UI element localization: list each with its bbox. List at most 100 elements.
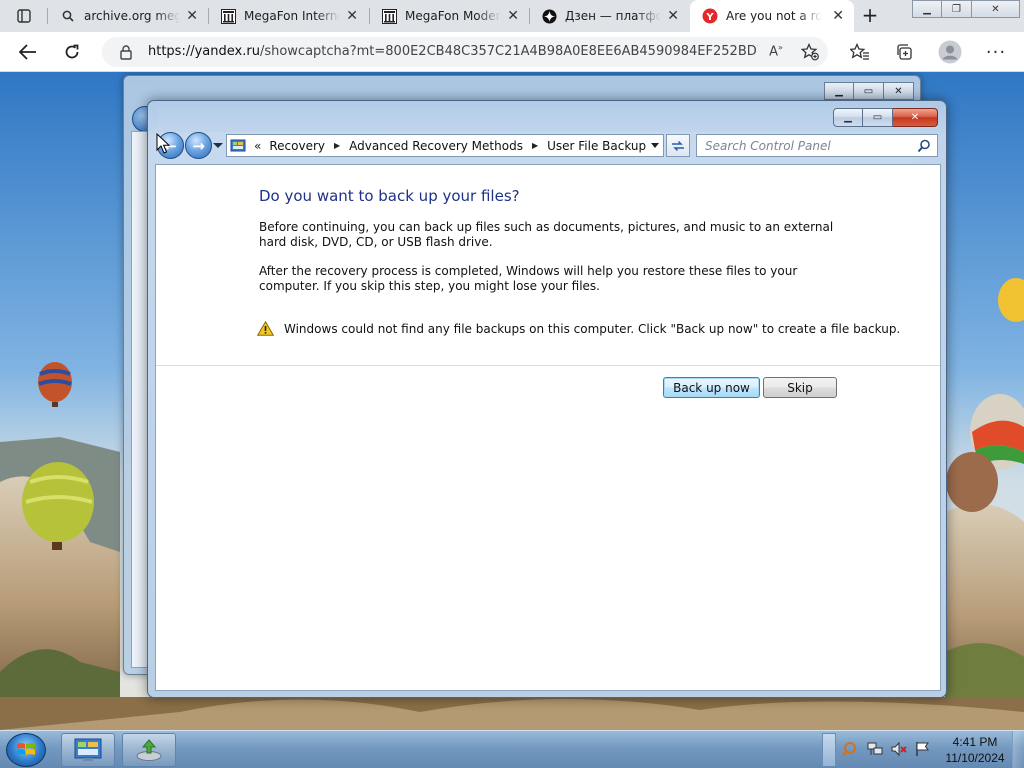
- read-aloud-icon[interactable]: A»: [766, 43, 786, 61]
- flag-icon[interactable]: [914, 740, 932, 758]
- volume-muted-icon[interactable]: [890, 740, 908, 758]
- breadcrumb-user-file-backup[interactable]: User File Backup: [547, 139, 646, 153]
- profile-avatar-icon: [938, 40, 962, 64]
- user-file-backup-window: ▁ ▭ ✕ ← → « Recovery ▶ Advanced Recovery…: [147, 100, 947, 698]
- browser-tab-bar: archive.org megaf ✕ MegaFon Internet ✕ M…: [0, 0, 1024, 32]
- search-icon[interactable]: [917, 139, 931, 153]
- warning-message: Windows could not find any file backups …: [257, 321, 900, 336]
- search-control-panel-input[interactable]: Search Control Panel: [696, 134, 938, 157]
- settings-menu-button[interactable]: ···: [982, 38, 1010, 66]
- minimize-icon: ▁: [844, 112, 852, 123]
- collections-button[interactable]: [890, 38, 918, 66]
- window-close-button[interactable]: ✕: [893, 108, 938, 127]
- add-favorite-icon[interactable]: [800, 42, 820, 61]
- tab-yandex-captcha[interactable]: Y Are you not a robo ✕: [690, 0, 854, 32]
- archive-icon: [381, 8, 397, 24]
- window-controls: ▁ ▭ ✕: [833, 108, 938, 127]
- url-text[interactable]: https://yandex.ru/showcaptcha?mt=800E2CB…: [148, 44, 758, 59]
- archive-icon: [220, 8, 236, 24]
- clock-date: 11/10/2024: [945, 751, 1005, 765]
- content-pane: Do you want to back up your files? Befor…: [155, 164, 941, 691]
- tab-megafon-internet[interactable]: MegaFon Internet ✕: [208, 0, 368, 32]
- recent-pages-dropdown-icon[interactable]: [213, 143, 223, 148]
- tab-actions-icon: [17, 9, 31, 23]
- close-icon: ✕: [910, 112, 920, 123]
- dzen-icon: [541, 8, 557, 24]
- restore-paragraph: After the recovery process is completed,…: [259, 264, 798, 293]
- back-arrow-icon: [19, 44, 36, 60]
- tab-close-icon[interactable]: ✕: [832, 8, 844, 24]
- intro-paragraph: Before continuing, you can back up files…: [259, 220, 834, 249]
- start-button[interactable]: [6, 733, 46, 767]
- collections-icon: [897, 44, 912, 60]
- taskbar: 4:41 PM 11/10/2024: [0, 730, 1024, 768]
- tab-archive-search[interactable]: archive.org megaf ✕: [48, 0, 208, 32]
- forward-arrow-icon: →: [192, 136, 205, 155]
- warning-icon: [257, 321, 274, 336]
- favorites-icon: [850, 43, 869, 60]
- network-icon[interactable]: [866, 740, 884, 758]
- new-tab-button[interactable]: +: [856, 4, 884, 28]
- divider: [156, 365, 940, 366]
- window-minimize-button[interactable]: ▁: [833, 108, 863, 127]
- search-placeholder: Search Control Panel: [705, 139, 831, 153]
- profile-button[interactable]: [936, 38, 964, 66]
- breadcrumb-advanced-recovery-methods[interactable]: Advanced Recovery Methods: [349, 139, 523, 153]
- tab-title: archive.org megaf: [84, 9, 180, 23]
- favorites-button[interactable]: [846, 38, 874, 66]
- url-host: https://yandex.ru: [148, 44, 260, 59]
- tab-title: MegaFon Modem: [405, 9, 501, 23]
- breadcrumb-separator-icon[interactable]: ▶: [532, 141, 538, 150]
- breadcrumb-separator-icon[interactable]: ▶: [334, 141, 340, 150]
- url-path: /showcaptcha?mt=800E2CB48C357C21A4B98A0E…: [259, 44, 758, 59]
- tab-megafon-modem[interactable]: MegaFon Modem ✕: [369, 0, 529, 32]
- backup-restore-icon: [136, 739, 162, 761]
- minimize-icon: ▁: [923, 3, 931, 15]
- tab-title: MegaFon Internet: [244, 9, 340, 23]
- browser-window-controls: ▁ ❐ ✕: [912, 0, 1020, 18]
- window-refresh-button[interactable]: [666, 134, 690, 157]
- breadcrumb-prefix[interactable]: «: [254, 139, 261, 153]
- browser-toolbar: https://yandex.ru/showcaptcha?mt=800E2CB…: [0, 32, 1024, 72]
- back-button[interactable]: [14, 38, 42, 66]
- control-panel-icon: [74, 738, 102, 761]
- restore-icon: ❐: [952, 3, 961, 15]
- skip-button[interactable]: Skip: [763, 377, 837, 398]
- restore-button[interactable]: ❐: [942, 0, 972, 18]
- window-forward-button[interactable]: →: [185, 132, 212, 159]
- background-minimize-button[interactable]: ▁: [824, 82, 854, 100]
- breadcrumb[interactable]: « Recovery ▶ Advanced Recovery Methods ▶…: [226, 134, 664, 157]
- tab-close-icon[interactable]: ✕: [346, 8, 358, 24]
- tab-close-icon[interactable]: ✕: [667, 8, 679, 24]
- background-close-button[interactable]: ✕: [884, 82, 914, 100]
- tray-overflow-button[interactable]: [822, 733, 836, 767]
- tab-close-icon[interactable]: ✕: [507, 8, 519, 24]
- maximize-icon: ▭: [872, 112, 883, 123]
- taskbar-backup-restore[interactable]: [122, 733, 176, 767]
- breadcrumb-recovery[interactable]: Recovery: [269, 139, 325, 153]
- back-up-now-button[interactable]: Back up now: [663, 377, 760, 398]
- page-title: Do you want to back up your files?: [259, 187, 520, 205]
- action-center-icon[interactable]: [842, 740, 860, 758]
- tab-actions-button[interactable]: [4, 0, 44, 32]
- tab-title: Дзен — платформ: [565, 9, 661, 23]
- lock-icon[interactable]: [118, 44, 134, 60]
- tab-dzen[interactable]: Дзен — платформ ✕: [529, 0, 689, 32]
- breadcrumb-dropdown-icon[interactable]: [651, 143, 659, 148]
- background-maximize-button[interactable]: ▭: [854, 82, 884, 100]
- minimize-button[interactable]: ▁: [912, 0, 942, 18]
- address-bar[interactable]: https://yandex.ru/showcaptcha?mt=800E2CB…: [102, 37, 828, 67]
- close-button[interactable]: ✕: [972, 0, 1020, 18]
- tab-title: Are you not a robo: [726, 9, 822, 23]
- yandex-icon: Y: [702, 8, 718, 24]
- taskbar-control-panel[interactable]: [61, 733, 115, 767]
- background-window-controls: ▁ ▭ ✕: [824, 82, 914, 100]
- tab-close-icon[interactable]: ✕: [186, 8, 198, 24]
- show-desktop-button[interactable]: [1012, 731, 1024, 768]
- svg-text:Y: Y: [705, 12, 714, 23]
- window-maximize-button[interactable]: ▭: [863, 108, 893, 127]
- taskbar-clock[interactable]: 4:41 PM 11/10/2024: [940, 734, 1010, 766]
- clock-time: 4:41 PM: [952, 735, 998, 749]
- refresh-button[interactable]: [58, 38, 86, 66]
- windows-logo-icon: [17, 743, 35, 755]
